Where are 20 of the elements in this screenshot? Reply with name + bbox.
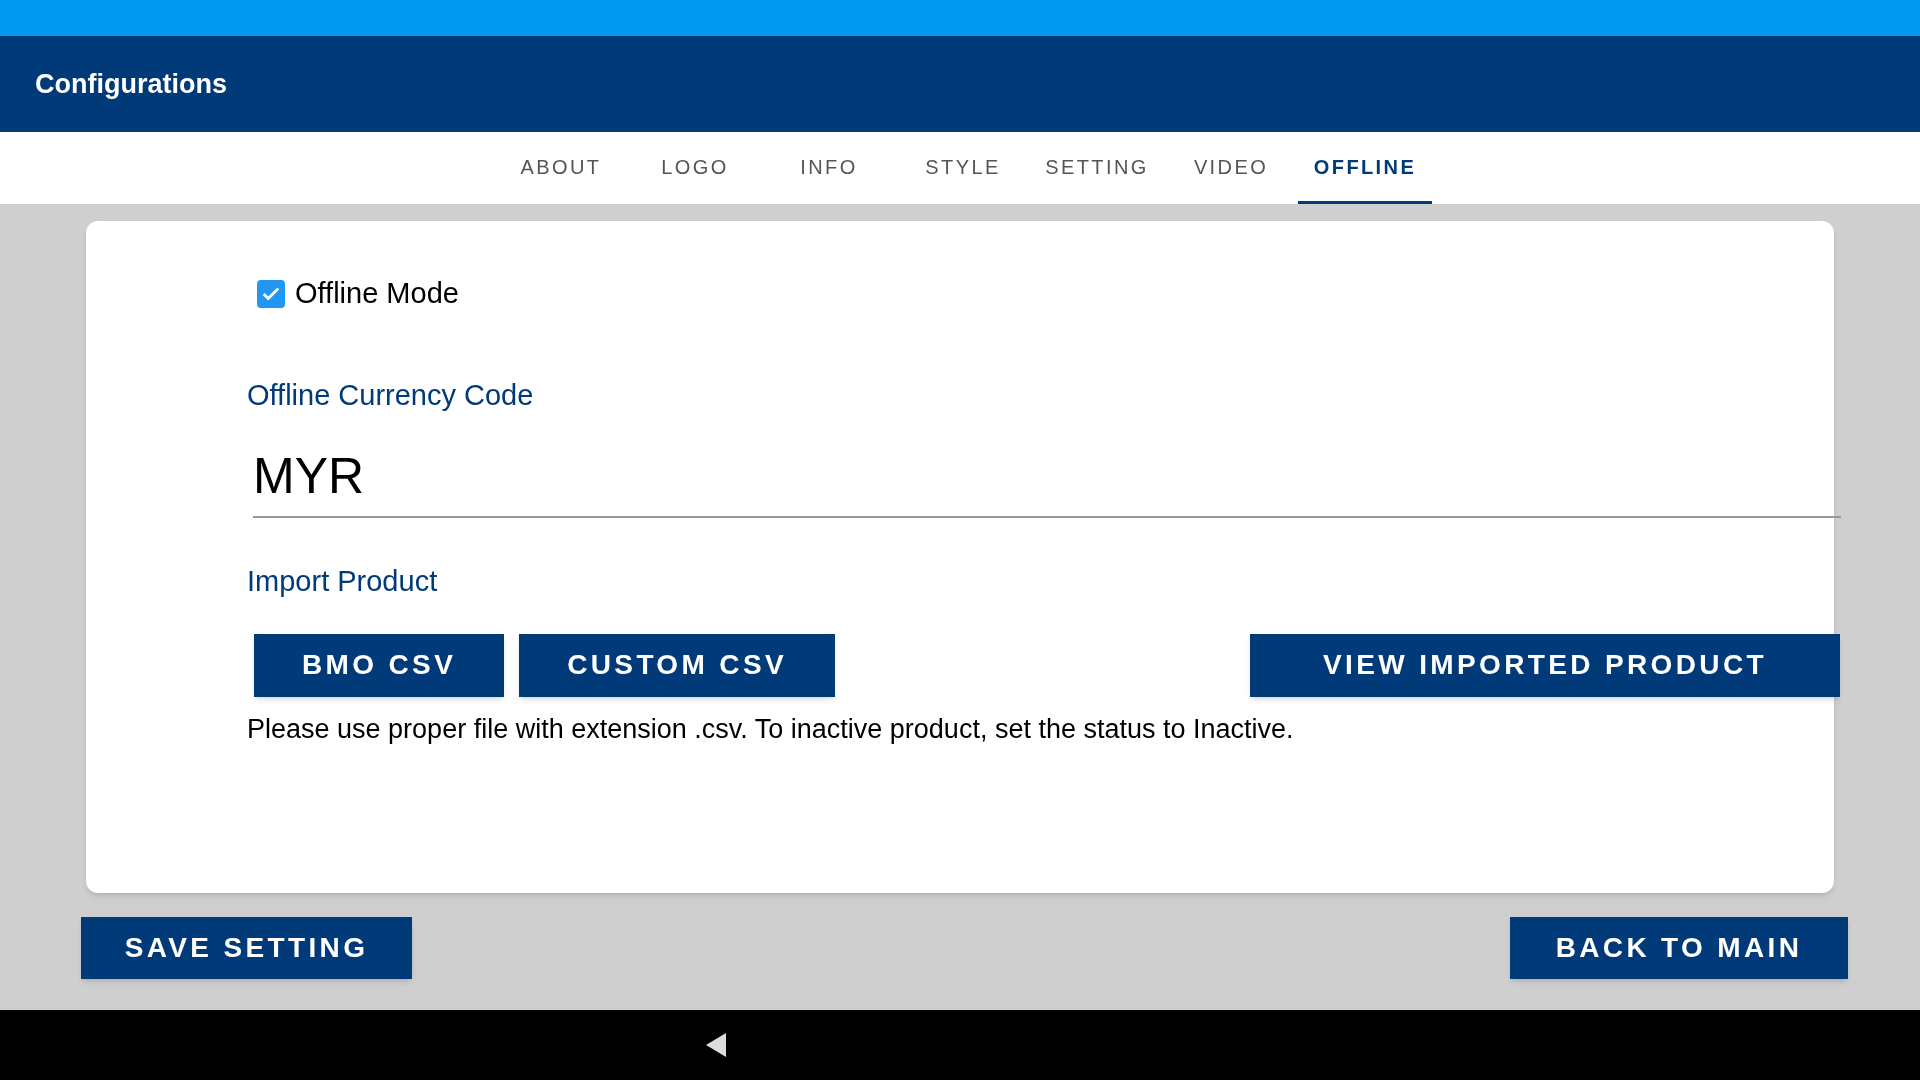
input-field[interactable]: MYR	[253, 439, 1841, 518]
header-title: Configurations	[35, 67, 227, 101]
back-icon[interactable]	[704, 1032, 728, 1058]
tab[interactable]: VIDEO	[1164, 132, 1298, 204]
help-text: Please use proper file with extension .csv. To inactive product, set the status to Inactive.	[247, 712, 1295, 746]
tab[interactable]: OFFLINE	[1298, 132, 1432, 204]
field-label: Offline Currency Code	[247, 377, 535, 413]
view-imported-button[interactable]: VIEW IMPORTED PRODUCT	[1250, 633, 1840, 697]
tab[interactable]: LOGO	[628, 132, 762, 204]
import-button[interactable]: BMO CSV	[254, 633, 505, 697]
section-label: Import Product	[247, 564, 439, 599]
tab[interactable]: STYLE	[896, 132, 1030, 204]
back-to-main-button[interactable]: BACK TO MAIN	[1510, 917, 1848, 979]
checkbox-label: Offline Mode	[295, 276, 459, 311]
tab[interactable]: INFO	[762, 132, 896, 204]
import-button[interactable]: CUSTOM CSV	[519, 633, 835, 697]
checkbox[interactable]	[257, 279, 285, 308]
tab[interactable]: ABOUT	[494, 132, 628, 204]
tab[interactable]: SETTING	[1030, 132, 1164, 204]
save-setting-button[interactable]: SAVE SETTING	[81, 917, 412, 979]
